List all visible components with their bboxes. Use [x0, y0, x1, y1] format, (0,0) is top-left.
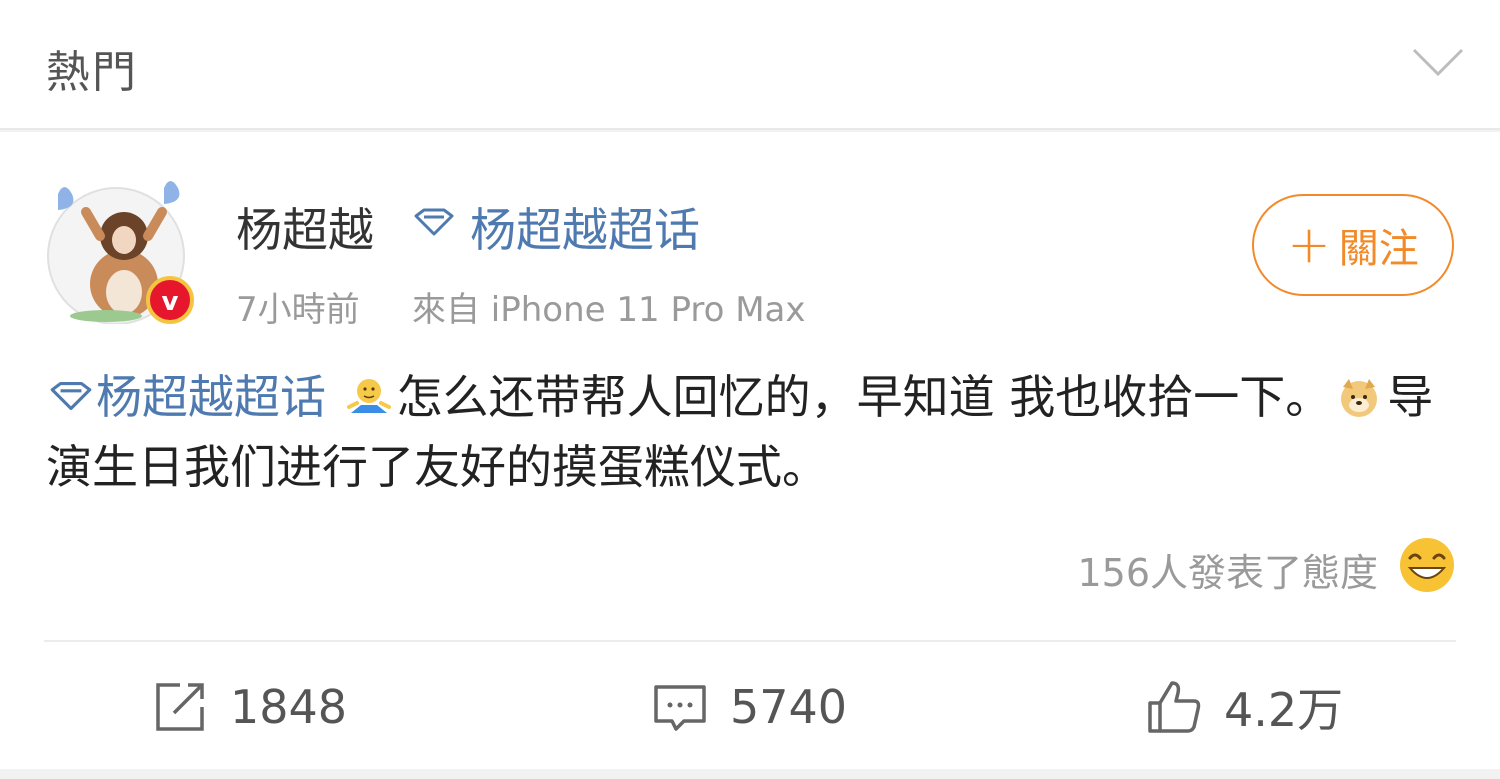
comment-button[interactable]: 5740 [652, 672, 847, 742]
post-time: 7小時前 [236, 290, 360, 330]
page-title: 熱門 [46, 47, 138, 98]
like-count: 4.2万 [1224, 683, 1344, 737]
post-text-part1: 怎么还带帮人回忆的，早知道 我也收拾一下。 [396, 370, 1332, 424]
super-topic-link[interactable]: 杨超越超话 [470, 194, 700, 260]
chevron-down-icon[interactable] [1410, 44, 1466, 80]
shrug-emoji-icon [346, 379, 391, 413]
post-card: v 杨超越 杨超越超话 7小時前 來自 iPhone 11 Pro Max + … [0, 132, 1500, 769]
username[interactable]: 杨超越 [236, 194, 374, 260]
avatar[interactable]: v [46, 174, 196, 324]
repost-button[interactable]: 1848 [152, 672, 347, 742]
thumbs-up-icon [1148, 681, 1201, 733]
repost-icon [156, 683, 204, 731]
svg-text:v: v [162, 287, 179, 317]
doge-emoji-icon [1341, 379, 1378, 417]
follow-label: 關注 [1338, 226, 1419, 272]
reactions-summary[interactable]: 156人發表了態度 [1077, 542, 1378, 597]
verified-badge-icon: v [146, 276, 194, 324]
laughing-emoji-icon[interactable] [1398, 536, 1456, 594]
post-text: 杨超越超话 怎么还带帮人回忆的，早知道 我也收拾一下。 导演生日我们进行了友好的… [46, 362, 1456, 502]
comment-icon [654, 685, 706, 731]
comment-count: 5740 [730, 680, 848, 734]
plus-icon: + [1287, 215, 1331, 275]
super-topic-icon [414, 208, 454, 236]
follow-button[interactable]: + 關注 [1252, 194, 1454, 296]
repost-count: 1848 [230, 680, 348, 734]
post-source: 來自 iPhone 11 Pro Max [412, 290, 806, 330]
hashtag-link[interactable]: 杨超越超话 [96, 370, 326, 424]
header-bar: 熱門 [0, 0, 1500, 130]
divider [44, 640, 1456, 642]
super-topic-icon [50, 381, 92, 411]
bottom-separator [0, 769, 1500, 779]
like-button[interactable]: 4.2万 [1146, 672, 1343, 742]
